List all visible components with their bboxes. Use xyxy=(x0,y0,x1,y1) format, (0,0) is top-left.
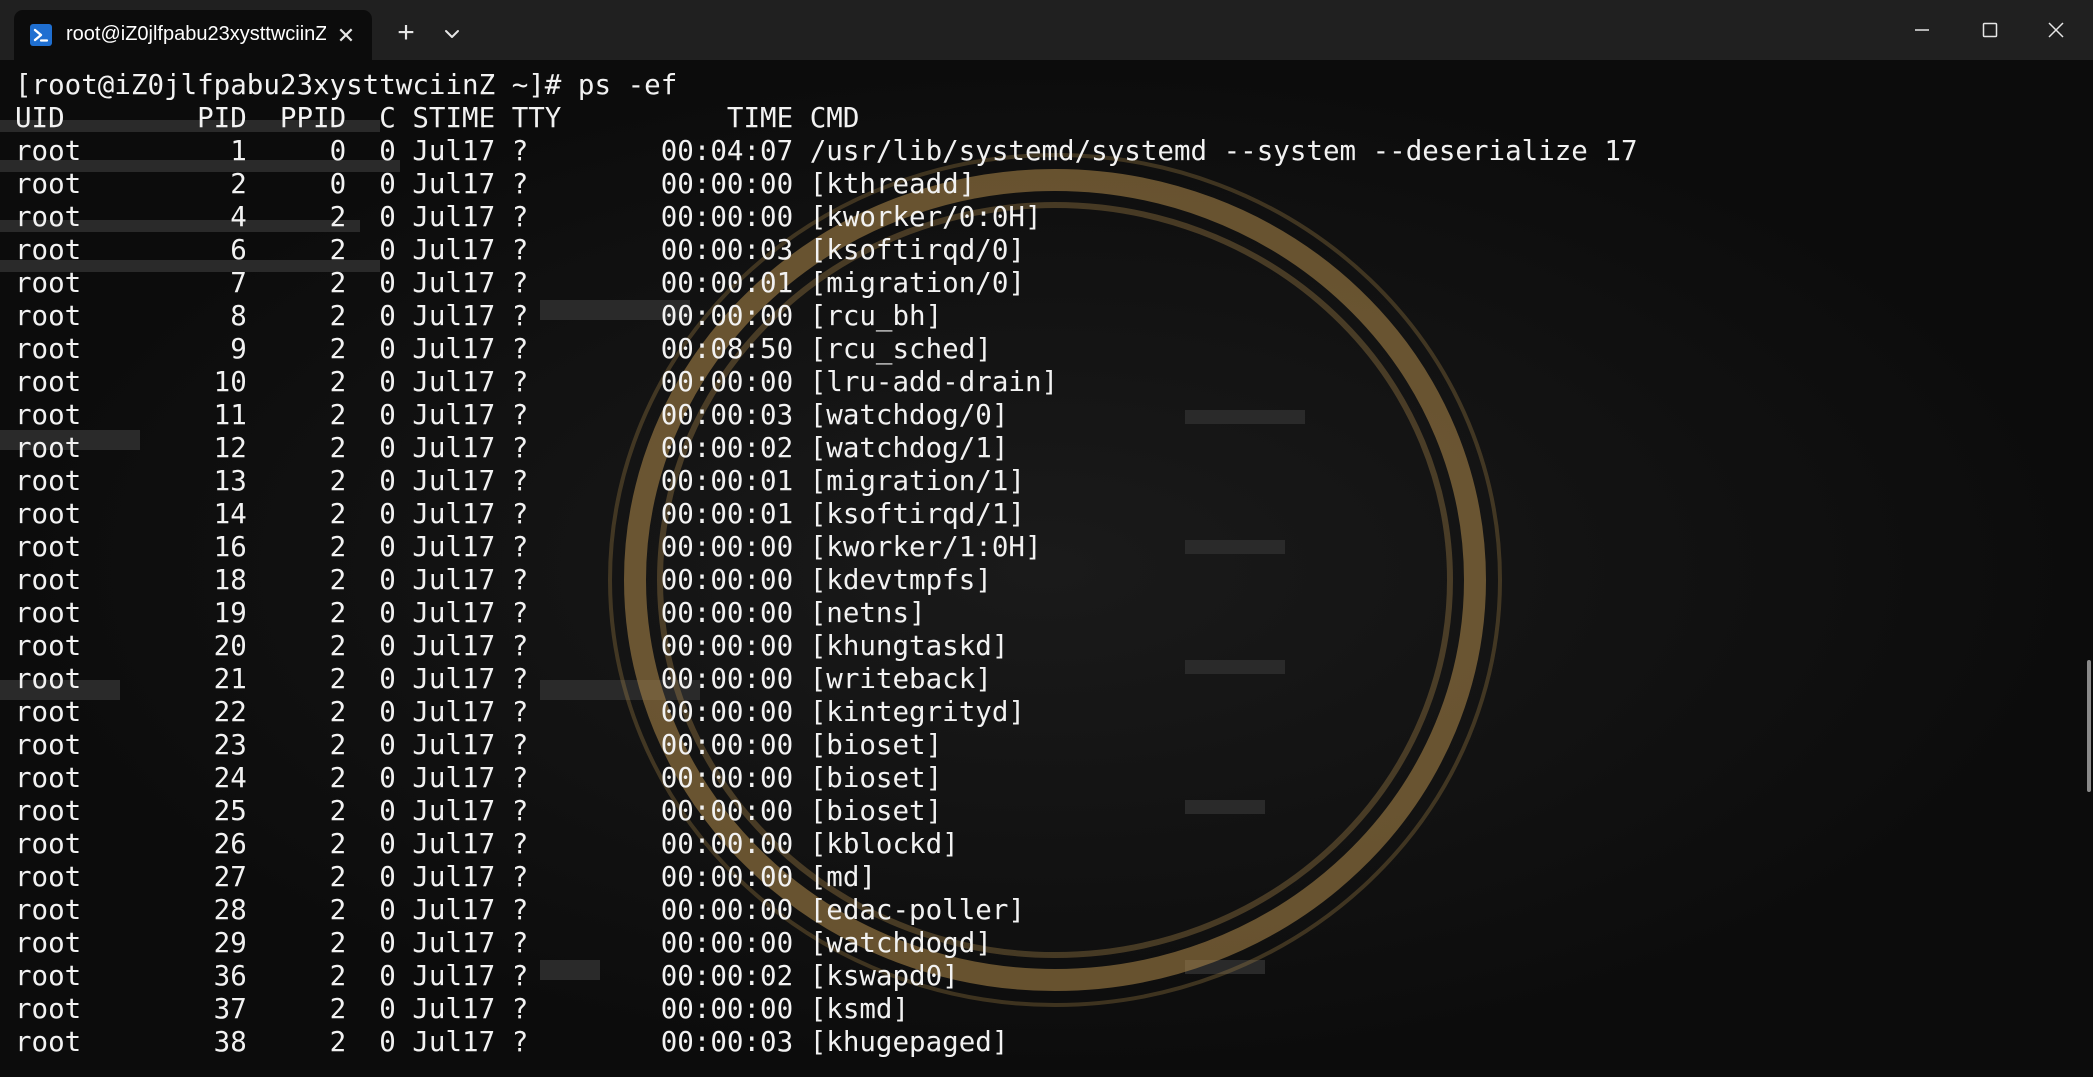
process-row: root 37 2 0 Jul17 ? 00:00:00 [ksmd] xyxy=(15,993,910,1025)
close-tab-icon[interactable]: ✕ xyxy=(332,22,360,50)
powershell-icon xyxy=(30,24,52,46)
minimize-icon[interactable] xyxy=(1892,10,1952,50)
close-window-icon[interactable] xyxy=(2026,10,2086,50)
table-header: UID PID PPID C STIME TTY TIME CMD xyxy=(15,102,860,134)
maximize-icon[interactable] xyxy=(1960,10,2020,50)
process-row: root 23 2 0 Jul17 ? 00:00:00 [bioset] xyxy=(15,729,943,761)
process-row: root 7 2 0 Jul17 ? 00:00:01 [migration/0… xyxy=(15,267,1025,299)
process-row: root 25 2 0 Jul17 ? 00:00:00 [bioset] xyxy=(15,795,943,827)
process-row: root 18 2 0 Jul17 ? 00:00:00 [kdevtmpfs] xyxy=(15,564,992,596)
prompt-line: [root@iZ0jlfpabu23xysttwciinZ ~]# ps -ef xyxy=(15,69,678,101)
process-row: root 20 2 0 Jul17 ? 00:00:00 [khungtaskd… xyxy=(15,630,1009,662)
process-row: root 21 2 0 Jul17 ? 00:00:00 [writeback] xyxy=(15,663,992,695)
process-row: root 14 2 0 Jul17 ? 00:00:01 [ksoftirqd/… xyxy=(15,498,1025,530)
title-bar: root@iZ0jlfpabu23xysttwciinZ ✕ + xyxy=(0,0,2093,60)
process-row: root 13 2 0 Jul17 ? 00:00:01 [migration/… xyxy=(15,465,1025,497)
process-row: root 6 2 0 Jul17 ? 00:00:03 [ksoftirqd/0… xyxy=(15,234,1025,266)
process-row: root 22 2 0 Jul17 ? 00:00:00 [kintegrity… xyxy=(15,696,1025,728)
tab-title: root@iZ0jlfpabu23xysttwciinZ xyxy=(66,23,326,45)
process-row: root 11 2 0 Jul17 ? 00:00:03 [watchdog/0… xyxy=(15,399,1009,431)
process-row: root 8 2 0 Jul17 ? 00:00:00 [rcu_bh] xyxy=(15,300,943,332)
process-row: root 19 2 0 Jul17 ? 00:00:00 [netns] xyxy=(15,597,926,629)
scrollbar[interactable] xyxy=(2079,60,2093,1077)
process-row: root 12 2 0 Jul17 ? 00:00:02 [watchdog/1… xyxy=(15,432,1009,464)
process-row: root 27 2 0 Jul17 ? 00:00:00 [md] xyxy=(15,861,876,893)
process-row: root 29 2 0 Jul17 ? 00:00:00 [watchdogd] xyxy=(15,927,992,959)
process-row: root 9 2 0 Jul17 ? 00:08:50 [rcu_sched] xyxy=(15,333,992,365)
process-row: root 1 0 0 Jul17 ? 00:04:07 /usr/lib/sys… xyxy=(15,135,1638,167)
terminal-tab[interactable]: root@iZ0jlfpabu23xysttwciinZ ✕ xyxy=(14,10,372,60)
scrollbar-thumb[interactable] xyxy=(2087,660,2091,792)
chevron-down-icon[interactable] xyxy=(434,16,470,52)
new-tab-button[interactable]: + xyxy=(388,16,424,52)
process-row: root 38 2 0 Jul17 ? 00:00:03 [khugepaged… xyxy=(15,1026,1009,1058)
process-row: root 16 2 0 Jul17 ? 00:00:00 [kworker/1:… xyxy=(15,531,1042,563)
process-row: root 4 2 0 Jul17 ? 00:00:00 [kworker/0:0… xyxy=(15,201,1042,233)
process-row: root 28 2 0 Jul17 ? 00:00:00 [edac-polle… xyxy=(15,894,1025,926)
terminal-output[interactable]: [root@iZ0jlfpabu23xysttwciinZ ~]# ps -ef… xyxy=(0,60,2076,1077)
process-row: root 26 2 0 Jul17 ? 00:00:00 [kblockd] xyxy=(15,828,959,860)
process-row: root 2 0 0 Jul17 ? 00:00:00 [kthreadd] xyxy=(15,168,976,200)
process-row: root 36 2 0 Jul17 ? 00:00:02 [kswapd0] xyxy=(15,960,959,992)
process-row: root 24 2 0 Jul17 ? 00:00:00 [bioset] xyxy=(15,762,943,794)
process-row: root 10 2 0 Jul17 ? 00:00:00 [lru-add-dr… xyxy=(15,366,1059,398)
